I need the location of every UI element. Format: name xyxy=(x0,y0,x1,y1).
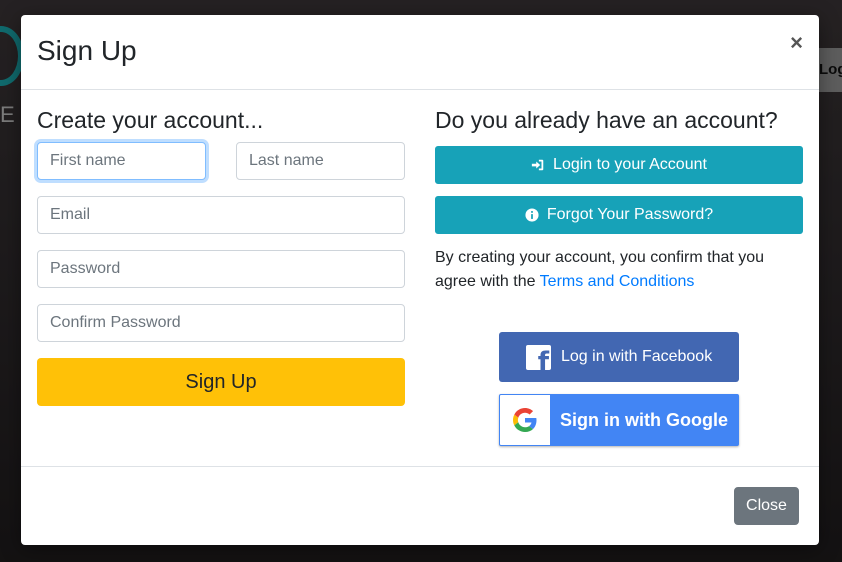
modal-header: Sign Up × xyxy=(21,15,819,90)
existing-account-section: Do you already have an account? Login to… xyxy=(435,105,803,446)
google-g-icon xyxy=(500,395,550,445)
info-circle-icon xyxy=(525,208,539,222)
google-signin-button[interactable]: Sign in with Google xyxy=(499,394,739,446)
signup-modal: Sign Up × Create your account... Sign Up… xyxy=(21,15,819,545)
modal-title: Sign Up xyxy=(37,35,137,66)
create-account-section: Create your account... Sign Up xyxy=(37,105,405,406)
first-name-input[interactable] xyxy=(37,142,206,180)
facebook-login-button[interactable]: f Log in with Facebook xyxy=(499,332,739,382)
google-button-label: Sign in with Google xyxy=(560,409,728,430)
facebook-button-label: Log in with Facebook xyxy=(561,348,713,365)
facebook-icon: f xyxy=(526,344,551,370)
signup-button[interactable]: Sign Up xyxy=(37,358,405,406)
existing-account-heading: Do you already have an account? xyxy=(435,107,778,133)
confirm-password-input[interactable] xyxy=(37,304,405,342)
create-account-heading: Create your account... xyxy=(37,107,264,133)
last-name-input[interactable] xyxy=(236,142,405,180)
close-icon[interactable]: × xyxy=(790,31,803,55)
login-button[interactable]: Login to your Account xyxy=(435,146,803,184)
close-button[interactable]: Close xyxy=(734,487,799,525)
terms-text: By creating your account, you confirm th… xyxy=(435,246,803,294)
login-button-label: Login to your Account xyxy=(553,156,707,173)
sign-in-icon xyxy=(531,159,544,171)
terms-link[interactable]: Terms and Conditions xyxy=(540,273,695,290)
forgot-password-label: Forgot Your Password? xyxy=(546,206,714,223)
email-input[interactable] xyxy=(37,196,405,234)
modal-footer: Close xyxy=(21,466,819,545)
forgot-password-button[interactable]: Forgot Your Password? xyxy=(435,196,803,234)
password-input[interactable] xyxy=(37,250,405,288)
